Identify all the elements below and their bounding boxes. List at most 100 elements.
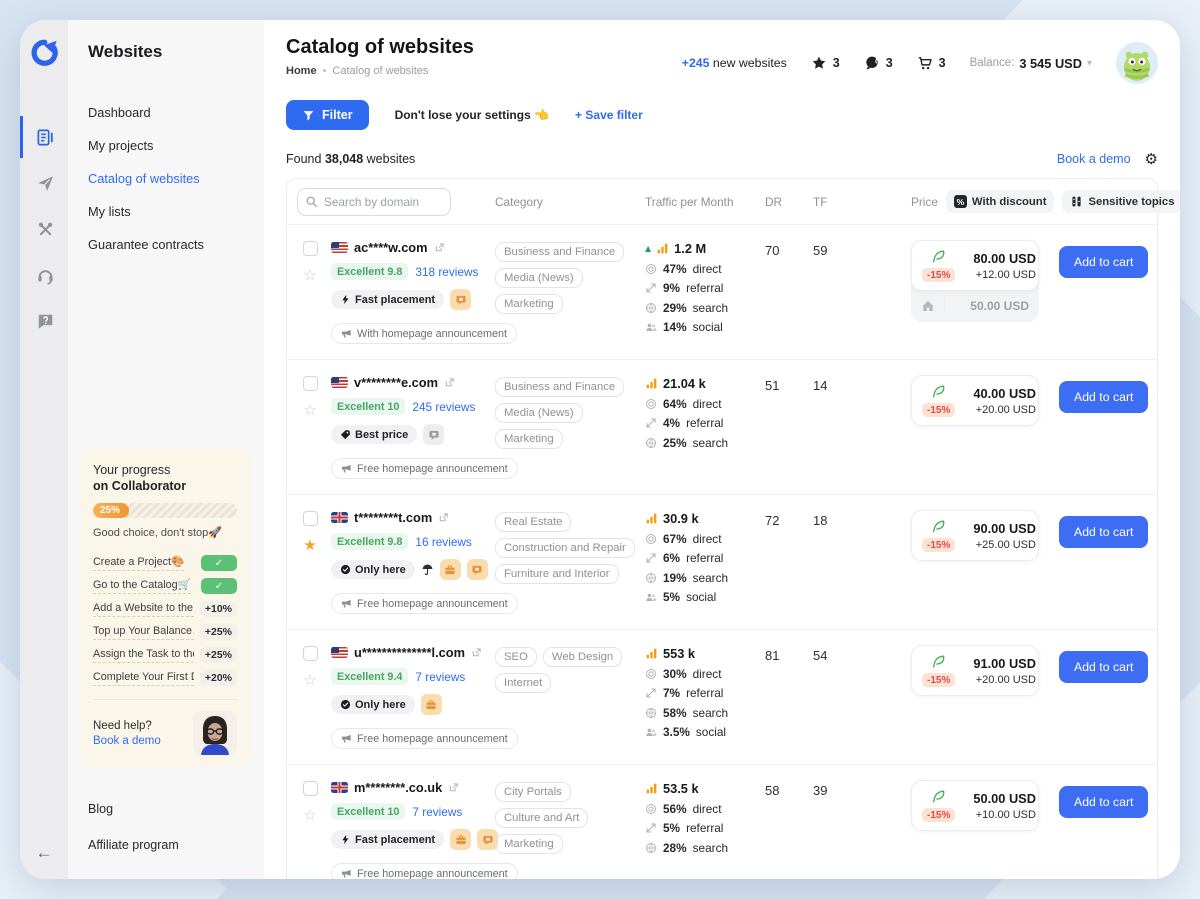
- category-tag: Web Design: [543, 647, 622, 667]
- dr-value: 51: [765, 375, 805, 393]
- category-tag: Media (News): [495, 268, 583, 288]
- breadcrumb-home[interactable]: Home: [286, 65, 317, 77]
- category-tag: Business and Finance: [495, 377, 624, 397]
- external-link-icon[interactable]: [444, 377, 455, 388]
- price-extra: +20.00 USD: [973, 404, 1036, 416]
- search-field: [297, 188, 487, 216]
- website-domain[interactable]: ac****w.com: [354, 240, 428, 255]
- rail-support-icon[interactable]: [20, 254, 68, 296]
- umbrella-icon: [421, 563, 434, 576]
- book-demo-link[interactable]: Book a demo: [1057, 152, 1131, 166]
- reviews-link[interactable]: 7 reviews: [412, 805, 462, 819]
- website-domain[interactable]: u**************l.com: [354, 645, 465, 660]
- reviews-link[interactable]: 16 reviews: [415, 535, 471, 549]
- external-link-icon[interactable]: [434, 242, 445, 253]
- price-amount: 50.00 USD: [973, 791, 1036, 806]
- reviews-link[interactable]: 245 reviews: [412, 400, 475, 414]
- sidebar-item-dashboard[interactable]: Dashboard: [80, 96, 250, 129]
- row-checkbox[interactable]: [303, 241, 318, 256]
- table-row: ★ t********t.com Excellent 9.8 16 review…: [287, 495, 1157, 630]
- external-link-icon[interactable]: [448, 782, 459, 793]
- sidebar-item-affiliate-program[interactable]: Affiliate program: [80, 829, 250, 861]
- add-to-cart-button[interactable]: Add to cart: [1059, 381, 1148, 413]
- category-tag: Marketing: [495, 294, 563, 314]
- add-to-cart-button[interactable]: Add to cart: [1059, 516, 1148, 548]
- user-avatar[interactable]: [1116, 42, 1158, 84]
- reviews-link[interactable]: 318 reviews: [415, 265, 478, 279]
- rail-services-icon[interactable]: [20, 208, 68, 250]
- tf-value: 39: [813, 780, 903, 798]
- favorite-star-icon[interactable]: ☆: [303, 673, 316, 688]
- gear-icon[interactable]: ⚙: [1145, 150, 1158, 168]
- documents-icon: [36, 128, 55, 147]
- traffic-direct: 47%direct: [645, 262, 757, 276]
- task-done-check-icon[interactable]: ✓: [201, 578, 237, 594]
- table-row: ☆ u**************l.com Excellent 9.4 7 r…: [287, 630, 1157, 765]
- messages-counter[interactable]: 3: [864, 55, 893, 71]
- traffic-value: 553 k: [663, 646, 695, 661]
- support-agent-avatar[interactable]: [193, 711, 237, 755]
- traffic-bars-icon: [645, 782, 658, 795]
- main-content: Catalog of websites Home • Catalog of we…: [264, 20, 1180, 879]
- cart-counter[interactable]: 3: [917, 55, 946, 71]
- sidebar-item-guarantee-contracts[interactable]: Guarantee contracts: [80, 228, 250, 261]
- website-domain[interactable]: t********t.com: [354, 510, 432, 525]
- collaborator-logo-icon[interactable]: [20, 20, 68, 84]
- sidebar-item-catalog[interactable]: Catalog of websites: [80, 162, 250, 195]
- favorite-star-icon[interactable]: ☆: [303, 403, 316, 418]
- save-filter-link[interactable]: + Save filter: [575, 108, 643, 122]
- flag-us-icon: [331, 377, 348, 388]
- tf-value: 14: [813, 375, 903, 393]
- favorite-star-icon[interactable]: ☆: [303, 268, 316, 283]
- chat-badge-icon: [467, 559, 488, 580]
- new-websites-badge[interactable]: +245 new websites: [682, 56, 787, 70]
- help-section: Need help? Book a demo: [93, 711, 237, 755]
- row-checkbox[interactable]: [303, 376, 318, 391]
- add-to-cart-button[interactable]: Add to cart: [1059, 246, 1148, 278]
- external-link-icon[interactable]: [471, 647, 482, 658]
- website-domain[interactable]: v********e.com: [354, 375, 438, 390]
- table-header: Category Traffic per Month DR TF Price %…: [287, 179, 1157, 225]
- sensitive-topics-toggle[interactable]: Sensitive topics: [1062, 190, 1180, 213]
- dr-value: 70: [765, 240, 805, 258]
- table-row: ☆ v********e.com Excellent 10 245 review…: [287, 360, 1157, 495]
- people-icon: [645, 726, 657, 738]
- table-row: ☆ ac****w.com Excellent 9.8 318 reviews: [287, 225, 1157, 360]
- sidebar-item-my-lists[interactable]: My lists: [80, 195, 250, 228]
- flag-gb-icon: [331, 782, 348, 793]
- column-tf: TF: [813, 195, 903, 209]
- price-card: -15% 80.00 USD +12.00 USD 50.00 USD: [911, 240, 1039, 322]
- book-demo-link[interactable]: Book a demo: [93, 735, 161, 747]
- collapse-sidebar-icon[interactable]: ←: [36, 843, 53, 863]
- flag-us-icon: [331, 242, 348, 253]
- website-domain[interactable]: m********.co.uk: [354, 780, 442, 795]
- task-done-check-icon[interactable]: ✓: [201, 555, 237, 571]
- add-to-cart-button[interactable]: Add to cart: [1059, 786, 1148, 818]
- with-discount-toggle[interactable]: % With discount: [946, 190, 1055, 213]
- reviews-link[interactable]: 7 reviews: [415, 670, 465, 684]
- favorite-star-icon[interactable]: ☆: [303, 808, 316, 823]
- discount-badge: -15%: [922, 673, 955, 687]
- row-checkbox[interactable]: [303, 781, 318, 796]
- column-price: Price: [911, 195, 938, 209]
- lightning-icon: [340, 294, 351, 305]
- referral-icon: [645, 552, 657, 564]
- check-circle-icon: [340, 699, 351, 710]
- dr-value: 58: [765, 780, 805, 798]
- filter-button[interactable]: Filter: [286, 100, 369, 130]
- favorite-star-icon[interactable]: ★: [303, 538, 316, 553]
- sidebar-item-my-projects[interactable]: My projects: [80, 129, 250, 162]
- favorites-counter[interactable]: 3: [811, 55, 840, 71]
- add-to-cart-button[interactable]: Add to cart: [1059, 651, 1148, 683]
- rail-outreach-icon[interactable]: [20, 162, 68, 204]
- announcement-badge: Free homepage announcement: [331, 593, 518, 614]
- row-checkbox[interactable]: [303, 646, 318, 661]
- rail-websites-icon[interactable]: [20, 116, 68, 158]
- external-link-icon[interactable]: [438, 512, 449, 523]
- traffic-search: 58%search: [645, 706, 757, 720]
- search-input[interactable]: [297, 188, 451, 216]
- sidebar-item-blog[interactable]: Blog: [80, 793, 250, 825]
- row-checkbox[interactable]: [303, 511, 318, 526]
- balance-dropdown[interactable]: Balance: 3 545 USD ▾: [970, 56, 1092, 71]
- rail-faq-icon[interactable]: [20, 300, 68, 342]
